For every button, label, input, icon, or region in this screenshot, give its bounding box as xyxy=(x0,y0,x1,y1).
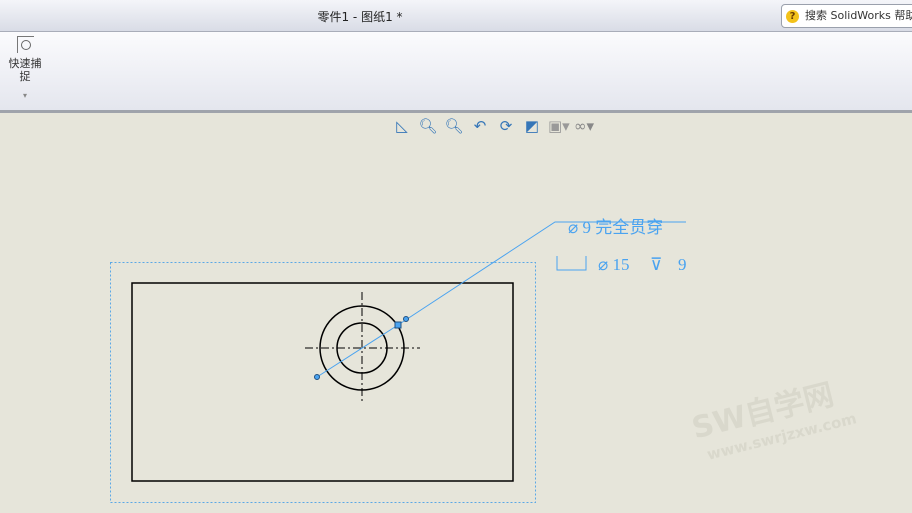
depth-value: 9 xyxy=(678,255,687,274)
drawing-sheet[interactable]: ⌀ 9 完全贯穿 ⌀ 15 ⊽ 9 SW自学网 www.swrjzxw.com xyxy=(0,0,912,513)
part-outline[interactable] xyxy=(131,282,514,482)
leader-handle[interactable] xyxy=(314,374,320,380)
leader-handle[interactable] xyxy=(394,321,402,329)
hole-callout-line2[interactable]: ⌀ 15 xyxy=(598,255,630,274)
leader-handle[interactable] xyxy=(403,316,409,322)
hole-callout-line1[interactable]: ⌀ 9 完全贯穿 xyxy=(568,218,663,237)
leader-line[interactable] xyxy=(316,221,686,378)
depth-symbol: ⊽ xyxy=(650,255,662,274)
watermark: SW自学网 www.swrjzxw.com xyxy=(688,377,858,463)
view-boundary[interactable] xyxy=(110,262,536,503)
counterbore-symbol xyxy=(556,256,587,271)
